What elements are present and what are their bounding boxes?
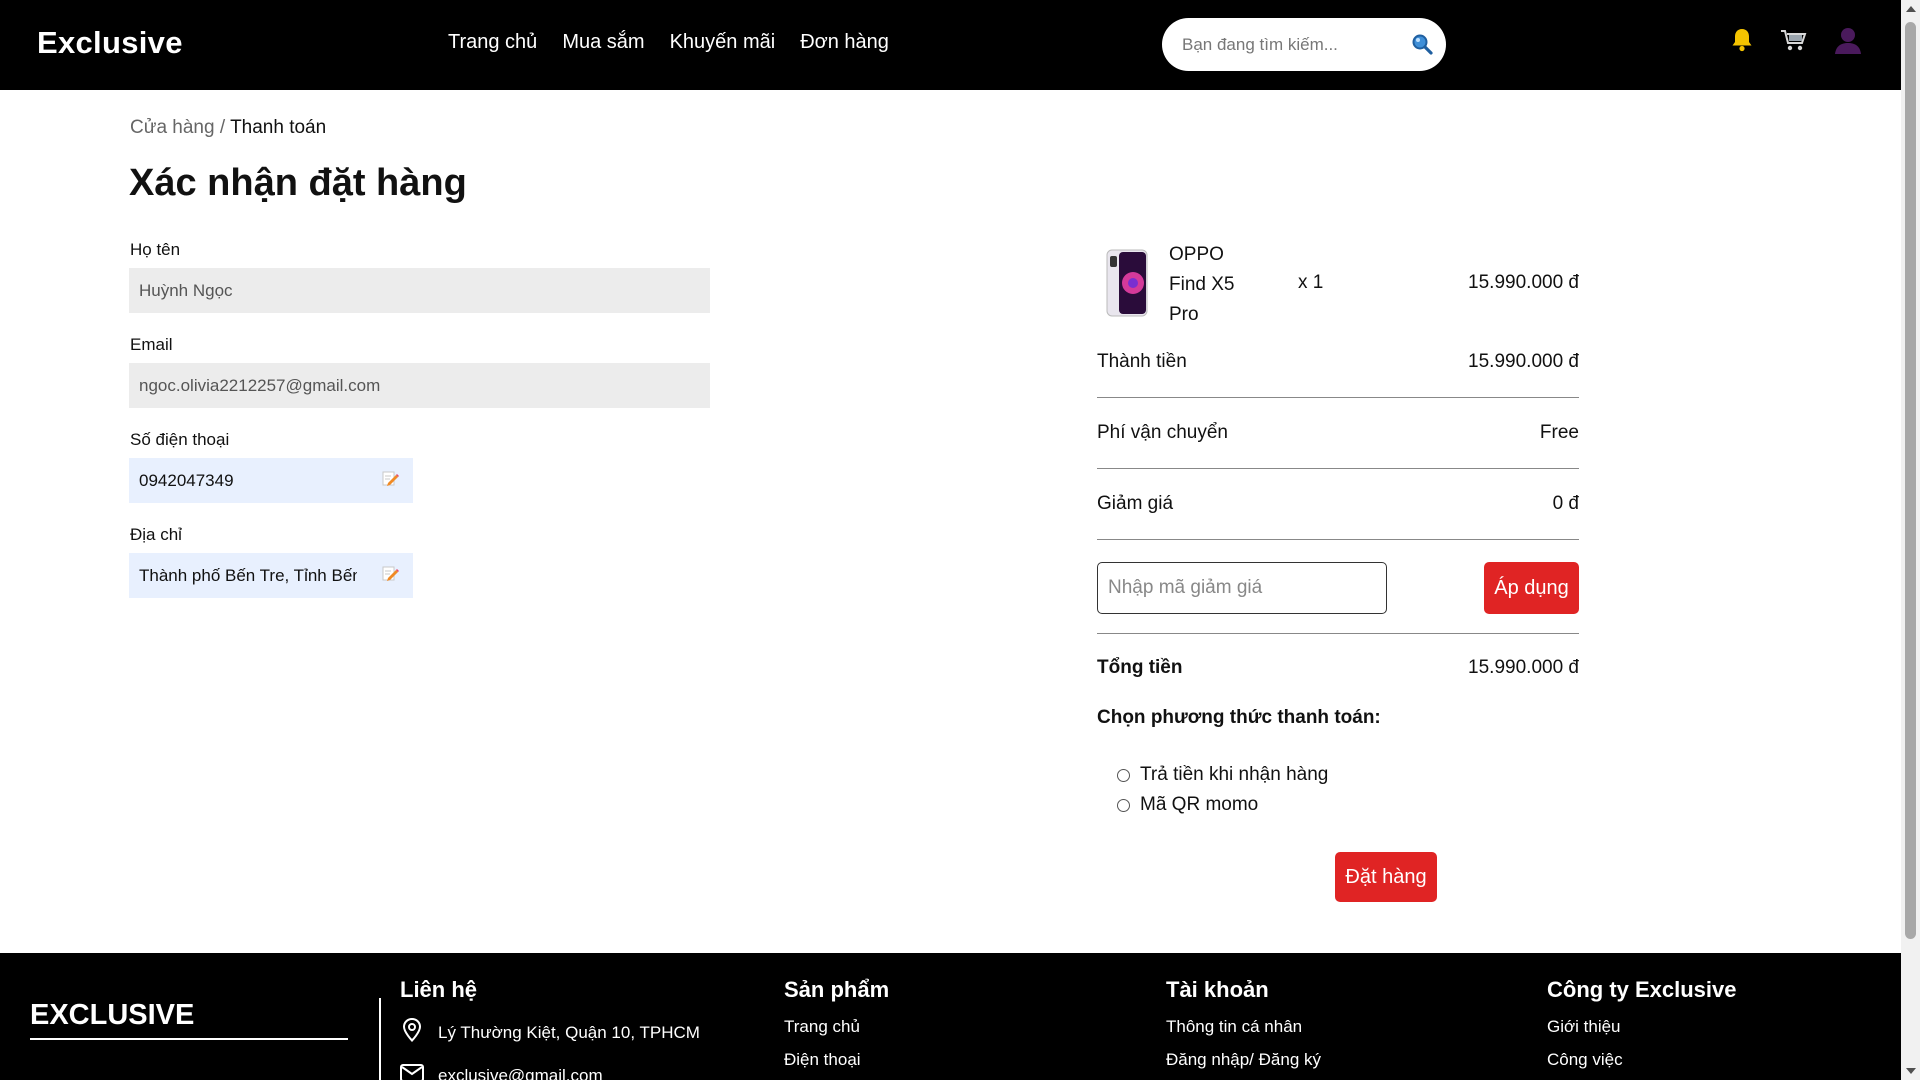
footer-link-about[interactable]: Giới thiệu [1547, 1017, 1737, 1037]
scrollbar-thumb[interactable] [1905, 22, 1916, 939]
page: Exclusive Trang chủ Mua sắm Khuyến mãi Đ… [0, 0, 1901, 1080]
discount-value: 0 đ [1552, 493, 1579, 514]
edit-icon [381, 469, 399, 492]
place-order-button[interactable]: Đặt hàng [1335, 852, 1437, 902]
footer-address-text: Lý Thường Kiệt, Quận 10, TPHCM [438, 1022, 700, 1042]
breadcrumb: Cửa hàng / Thanh toán [130, 117, 326, 139]
footer-account: Tài khoản Thông tin cá nhân Đăng nhập/ Đ… [1166, 977, 1321, 1080]
email-field[interactable] [129, 363, 710, 408]
top-header: Exclusive Trang chủ Mua sắm Khuyến mãi Đ… [0, 0, 1901, 90]
nav-shop[interactable]: Mua sắm [562, 31, 644, 54]
footer-logo-underline [30, 1038, 348, 1040]
subtotal-value: 15.990.000 đ [1468, 351, 1579, 372]
nav-home[interactable]: Trang chủ [448, 31, 537, 54]
footer-contact: Liên hệ Lý Thường Kiệt, Quận 10, TPHCM e… [400, 977, 700, 1080]
payment-option-cod-label: Trả tiền khi nhận hàng [1140, 764, 1329, 785]
product-price: 15.990.000 đ [1468, 272, 1579, 293]
total-label: Tổng tiền [1097, 657, 1183, 678]
payment-option-momo[interactable]: Mã QR momo [1117, 794, 1258, 816]
phone-label: Số điện thoại [130, 430, 230, 449]
divider [1097, 633, 1579, 634]
nav-orders[interactable]: Đơn hàng [800, 31, 889, 54]
edit-icon [381, 564, 399, 587]
footer-link-profile[interactable]: Thông tin cá nhân [1166, 1017, 1321, 1037]
user-icon[interactable] [1832, 24, 1864, 56]
cart-icon[interactable] [1777, 24, 1809, 56]
location-icon [400, 1017, 424, 1048]
footer-divider [379, 998, 381, 1080]
radio-momo[interactable] [1117, 798, 1130, 812]
address-label: Địa chỉ [130, 525, 182, 544]
footer-contact-title: Liên hệ [400, 977, 478, 1002]
footer-link-login[interactable]: Đăng nhập/ Đăng ký [1166, 1050, 1321, 1070]
footer-company: Công ty Exclusive Giới thiệu Công việc [1547, 977, 1737, 1080]
page-scrollbar[interactable] [1901, 0, 1920, 1080]
address-field[interactable] [129, 553, 367, 598]
footer-email: exclusive@gmail.com [400, 1064, 700, 1080]
subtotal-label: Thành tiền [1097, 351, 1187, 372]
payment-option-cod[interactable]: Trả tiền khi nhận hàng [1117, 764, 1328, 786]
phone-field[interactable] [129, 458, 367, 503]
name-field[interactable] [129, 268, 710, 313]
payment-option-momo-label: Mã QR momo [1140, 794, 1259, 815]
bell-icon[interactable] [1726, 24, 1758, 56]
radio-cod[interactable] [1117, 768, 1130, 782]
breadcrumb-separator: / [214, 117, 231, 138]
payment-method-title: Chọn phương thức thanh toán: [1097, 707, 1381, 728]
shipping-label: Phí vận chuyển [1097, 422, 1228, 443]
scroll-down-icon[interactable] [1906, 1068, 1916, 1074]
divider [1097, 397, 1579, 398]
footer-link-phones[interactable]: Điện thoại [784, 1050, 889, 1070]
mail-icon [400, 1064, 424, 1080]
divider [1097, 539, 1579, 540]
total-value: 15.990.000 đ [1468, 657, 1579, 678]
shipping-value: Free [1539, 422, 1579, 443]
footer-link-home[interactable]: Trang chủ [784, 1017, 889, 1037]
coupon-input[interactable] [1097, 562, 1387, 614]
site-logo[interactable]: Exclusive [37, 25, 183, 61]
footer-company-title: Công ty Exclusive [1547, 977, 1737, 1002]
footer-address: Lý Thường Kiệt, Quận 10, TPHCM [400, 1017, 700, 1048]
page-title: Xác nhận đặt hàng [129, 162, 467, 204]
footer-account-title: Tài khoản [1166, 977, 1269, 1002]
apply-coupon-button[interactable]: Áp dụng [1484, 562, 1579, 614]
footer-logo: EXCLUSIVE [30, 999, 195, 1031]
name-label: Họ tên [130, 240, 181, 259]
nav-promotions[interactable]: Khuyến mãi [670, 31, 776, 54]
divider [1097, 468, 1579, 469]
footer: EXCLUSIVE Liên hệ Lý Thường Kiệt, Quận 1… [0, 953, 1901, 1080]
discount-label: Giảm giá [1097, 493, 1174, 514]
edit-phone-button[interactable] [367, 458, 413, 503]
breadcrumb-current: Thanh toán [230, 117, 327, 138]
footer-link-careers[interactable]: Công việc [1547, 1050, 1737, 1070]
main-nav: Trang chủ Mua sắm Khuyến mãi Đơn hàng [448, 31, 889, 54]
edit-address-button[interactable] [367, 553, 413, 598]
footer-products: Sản phẩm Trang chủ Điện thoại [784, 977, 889, 1080]
email-label: Email [130, 335, 173, 354]
breadcrumb-parent[interactable]: Cửa hàng [130, 117, 215, 138]
scroll-up-icon[interactable] [1906, 6, 1916, 12]
footer-email-text[interactable]: exclusive@gmail.com [438, 1066, 603, 1080]
order-summary: 15.990.000 đ Thành tiền 15.990.000 đ Phí… [1097, 0, 1579, 1080]
footer-products-title: Sản phẩm [784, 977, 890, 1002]
